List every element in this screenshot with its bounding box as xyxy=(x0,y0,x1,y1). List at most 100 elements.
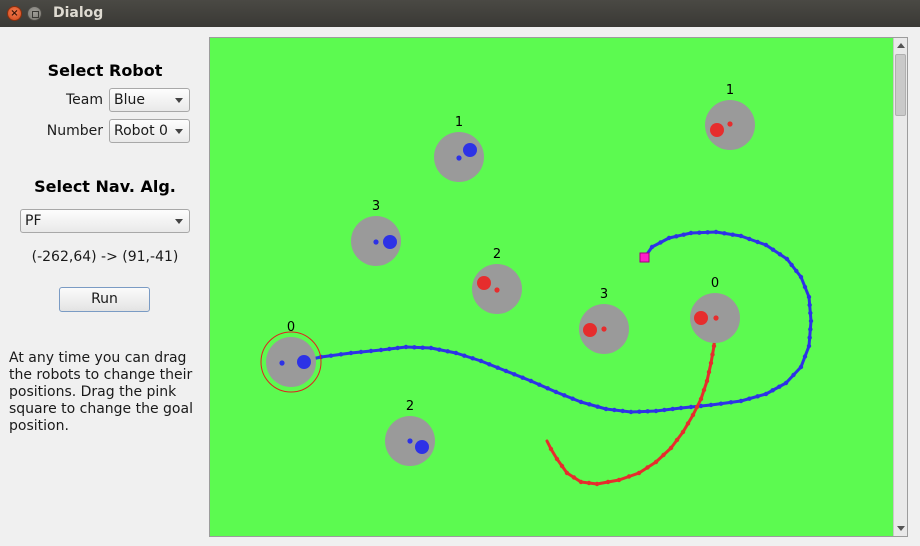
blue-robot-path-point xyxy=(553,389,559,395)
blue-robot-2-label: 2 xyxy=(406,399,414,414)
red-robot-path-point xyxy=(680,429,686,435)
red-robot-path-point xyxy=(564,470,570,476)
blue-robot-path-point xyxy=(777,384,782,389)
red-robot-path-point xyxy=(636,470,642,476)
scroll-down-icon[interactable] xyxy=(897,526,905,531)
blue-robot-path-point xyxy=(808,327,813,332)
blue-robot-3-marker xyxy=(383,235,397,249)
robot-field[interactable]: 0 1 2 3 0 1 2 3 xyxy=(209,37,908,537)
red-robot-2-center-dot xyxy=(494,287,500,293)
red-robot-path-point xyxy=(554,456,560,462)
blue-robot-path-point xyxy=(802,354,808,359)
blue-robot-3-label: 3 xyxy=(372,199,380,214)
blue-robot-path-point xyxy=(688,230,694,236)
blue-robot-path-point xyxy=(662,407,667,413)
number-select[interactable]: Robot 0 xyxy=(109,119,190,143)
red-robot-path-point xyxy=(708,360,714,366)
blue-robot-0-center-dot xyxy=(279,360,285,366)
blue-robot-path-point xyxy=(537,382,542,387)
blue-robot-path-point xyxy=(487,362,492,367)
red-robot-path-point xyxy=(594,481,600,487)
blue-robot-path-point xyxy=(747,236,752,242)
red-robot-path-point xyxy=(661,452,666,458)
select-robot-heading: Select Robot xyxy=(47,61,163,80)
close-button[interactable]: × xyxy=(7,6,22,21)
blue-robot-path-point xyxy=(770,247,776,252)
blue-robot-path-point xyxy=(368,348,374,354)
chevron-down-icon xyxy=(175,219,183,224)
red-robot-1-label: 1 xyxy=(726,83,734,98)
blue-robot-path-point xyxy=(770,388,775,393)
red-robot-2-label: 2 xyxy=(493,247,501,262)
red-robot-path-point xyxy=(605,479,611,485)
blue-robot-path-point xyxy=(495,365,500,370)
red-robot-2-marker xyxy=(477,276,491,290)
blue-robot-path-point xyxy=(697,230,702,235)
blue-robot-path-point xyxy=(620,408,625,414)
team-select[interactable]: Blue xyxy=(109,88,190,112)
blue-robot-path-point xyxy=(806,294,812,300)
field-canvas[interactable]: 0 1 2 3 0 1 2 3 xyxy=(210,38,909,538)
blue-robot-path-point xyxy=(808,318,814,324)
maximize-button[interactable] xyxy=(27,6,42,21)
blue-robot-path-point xyxy=(612,407,617,413)
blue-robot-path-point xyxy=(688,404,694,410)
blue-robot-path-point xyxy=(348,350,354,356)
blue-robot-path-point xyxy=(520,375,525,380)
blue-robot-path-point xyxy=(445,349,450,354)
select-nav-heading: Select Nav. Alg. xyxy=(34,177,176,196)
blue-robot-path-point xyxy=(378,347,384,353)
scroll-thumb[interactable] xyxy=(895,54,906,116)
red-robot-path-point xyxy=(711,343,717,349)
red-robot-path-point xyxy=(653,459,659,465)
blue-robot-path-point xyxy=(512,372,517,377)
help-text: At any time you can drag the robots to c… xyxy=(9,350,193,434)
blue-robot-1-marker xyxy=(463,143,477,157)
blue-robot-path-point xyxy=(570,396,575,401)
blue-robot-1-label: 1 xyxy=(455,115,463,130)
red-robot-path-point xyxy=(706,369,712,375)
run-button[interactable]: Run xyxy=(59,287,150,312)
blue-robot-path-point xyxy=(328,353,334,358)
red-robot-path xyxy=(545,317,717,486)
blue-robot-path-point xyxy=(437,347,442,352)
blue-robot-path-point xyxy=(478,358,484,364)
blue-robot-path-point xyxy=(806,343,812,349)
blue-robot-path-point xyxy=(798,364,804,370)
blue-robot-path-point xyxy=(738,398,744,404)
blue-robot-path-point xyxy=(807,302,812,308)
red-robot-path-point xyxy=(645,465,650,470)
red-robot-path-point xyxy=(548,446,554,452)
blue-robot-path-point xyxy=(462,353,467,358)
red-robot-path-point xyxy=(710,352,715,357)
blue-robot-path-point xyxy=(763,242,769,248)
blue-robot-path-point xyxy=(802,284,808,290)
blue-robot-path-point xyxy=(708,402,714,408)
red-robot-path-point xyxy=(626,474,632,479)
blue-robot-path-point xyxy=(798,274,804,280)
goal-square[interactable] xyxy=(639,252,650,263)
blue-robot-path-point xyxy=(747,396,752,401)
red-robot-path-point xyxy=(586,480,592,486)
blue-robot-path-point xyxy=(784,256,790,262)
title-bar: × Dialog xyxy=(0,0,920,27)
blue-robot-path-point xyxy=(658,240,663,245)
red-robot-path-point xyxy=(668,445,674,451)
blue-robot-path-point xyxy=(738,233,744,239)
blue-robot-path-point xyxy=(670,406,675,412)
blue-robot-path-point xyxy=(637,409,642,414)
team-select-value: Blue xyxy=(114,92,145,108)
number-label: Number xyxy=(46,123,103,139)
algorithm-select[interactable]: PF xyxy=(20,209,190,233)
red-robot-path-point xyxy=(578,479,584,485)
blue-robot-0-marker xyxy=(297,355,311,369)
blue-robot-path-point xyxy=(783,380,789,386)
red-robot-1-center-dot xyxy=(727,121,733,127)
blue-robot-path-point xyxy=(545,386,550,391)
vertical-scrollbar[interactable] xyxy=(893,38,907,536)
blue-robot-path-point xyxy=(453,350,459,356)
red-robot-path-point xyxy=(616,477,622,483)
red-robot-0-marker xyxy=(694,311,708,325)
scroll-up-icon[interactable] xyxy=(897,43,905,48)
blue-robot-path-point xyxy=(645,409,650,414)
